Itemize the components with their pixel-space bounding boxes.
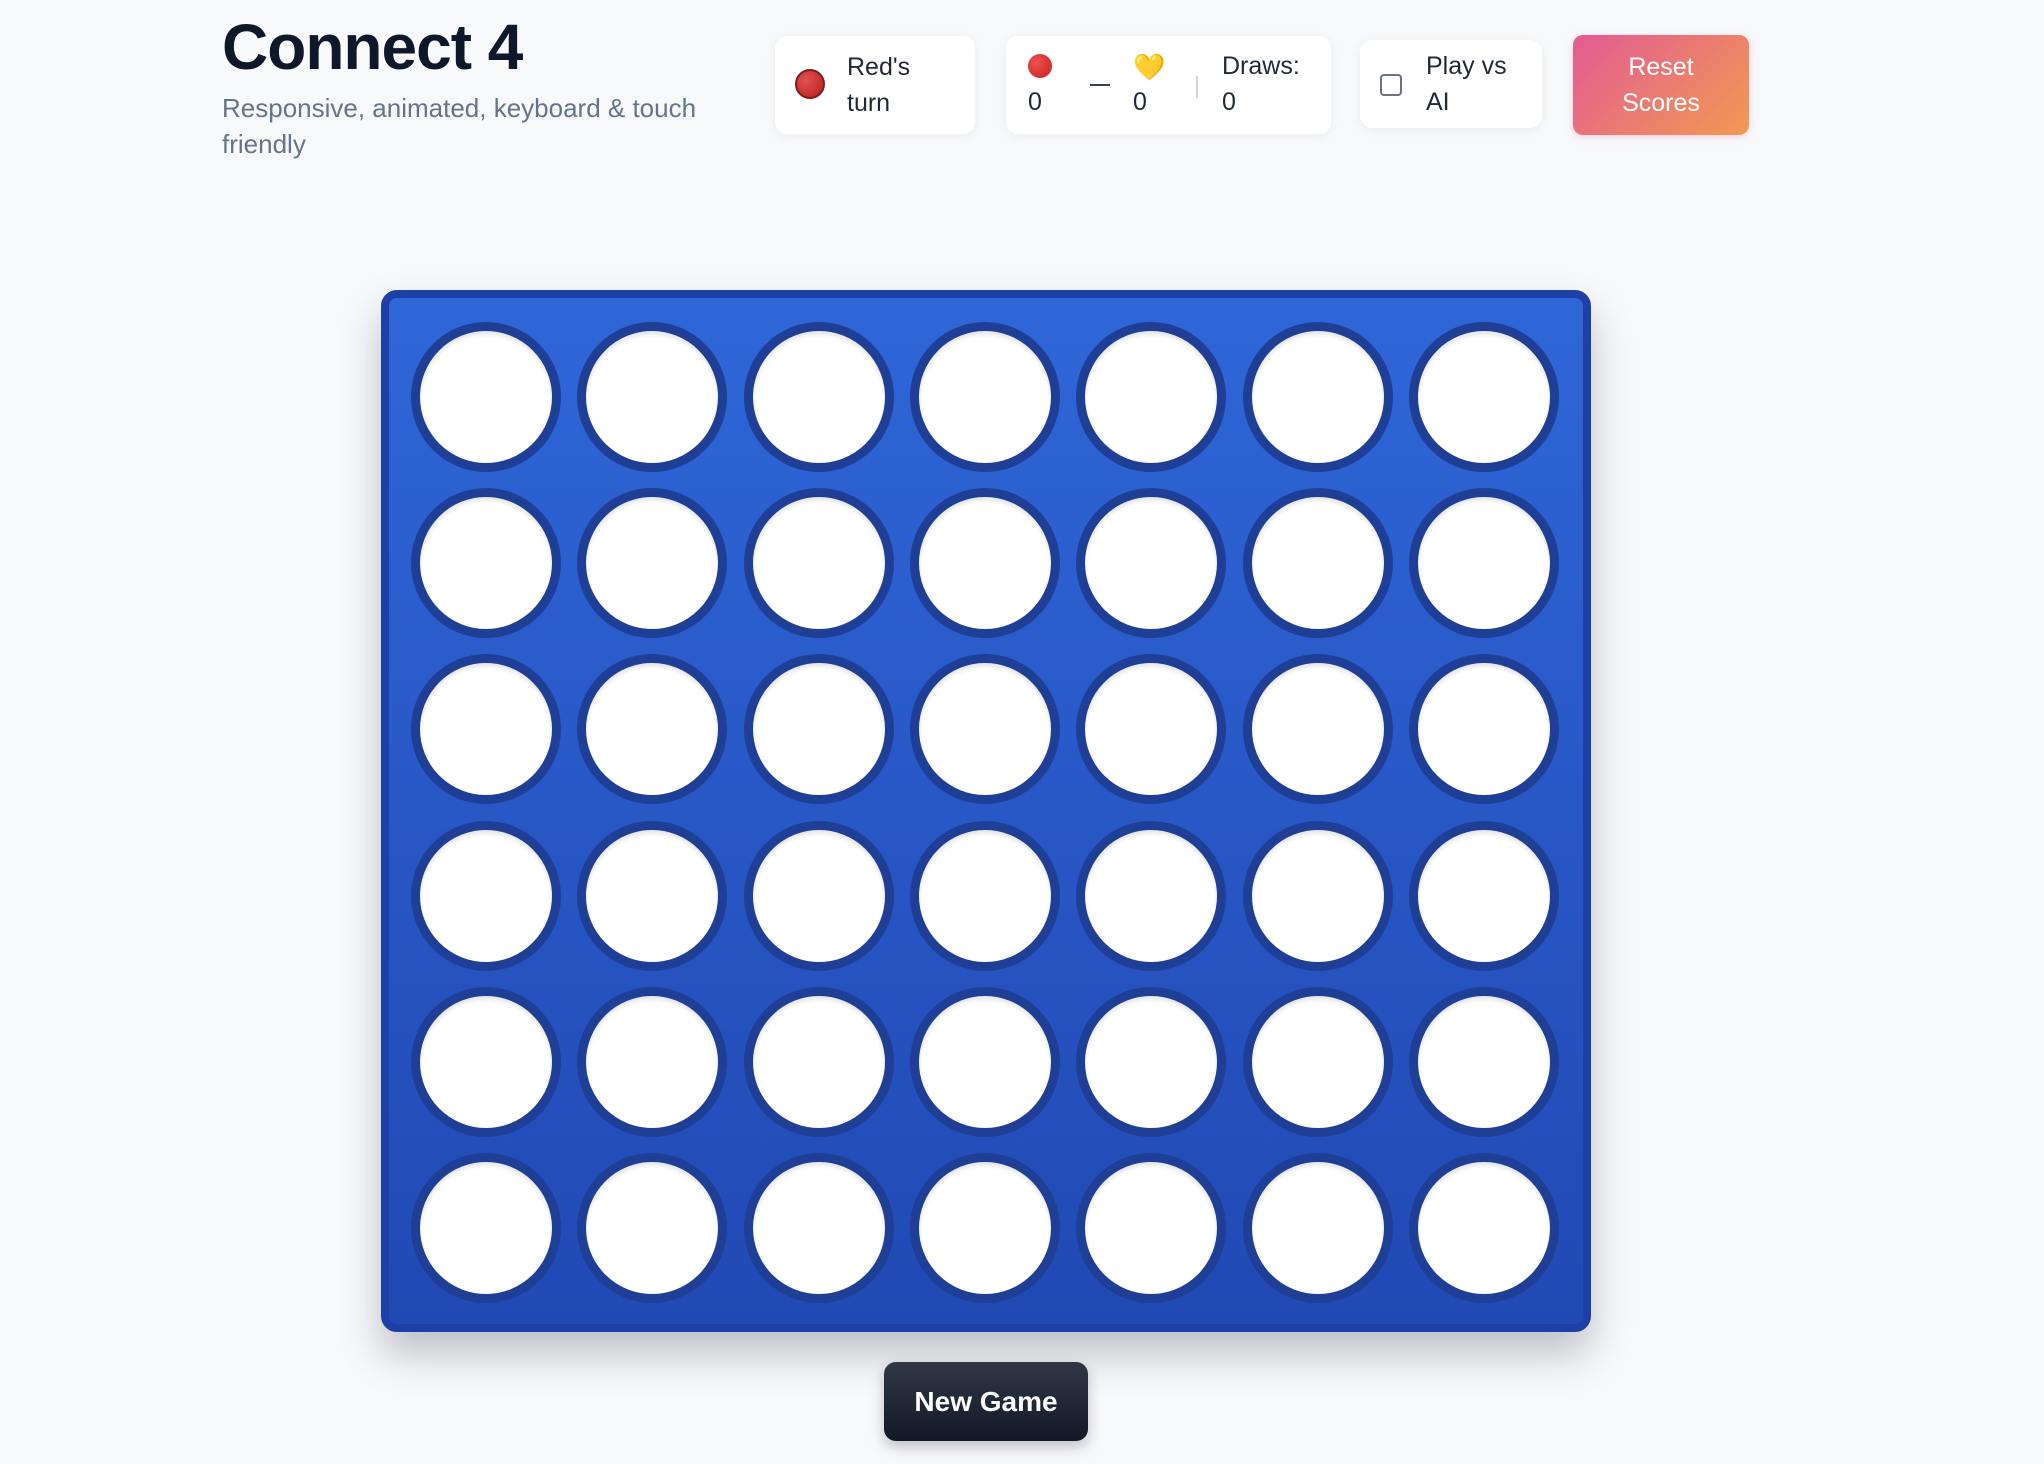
board-cell[interactable] [1408,488,1559,639]
board-cell[interactable] [577,654,728,805]
board-cell[interactable] [411,820,561,971]
divider [1196,76,1198,98]
board-cell[interactable] [411,322,561,472]
board-cell[interactable] [1242,322,1393,472]
board-cell[interactable] [411,654,561,805]
new-game-button[interactable]: New Game [884,1362,1088,1441]
yellow-score: 0 [1133,88,1147,116]
red-score: 0 [1028,88,1042,116]
turn-label: Red's turn [847,53,911,117]
board-cell[interactable] [743,488,894,639]
board-cell[interactable] [1408,654,1559,805]
board-cell[interactable] [1408,1152,1559,1303]
board-cell[interactable] [411,1152,561,1303]
board-cell[interactable] [1076,820,1227,971]
board-cell[interactable] [577,820,728,971]
red-disc-icon [1028,54,1052,78]
board-cell[interactable] [909,1152,1060,1303]
board-cell[interactable] [1076,322,1227,472]
red-score-group: 0 [1028,48,1052,120]
board-cell[interactable] [909,488,1060,639]
board-cell[interactable] [909,322,1060,472]
board-cell[interactable] [411,986,561,1137]
board-cell[interactable] [1076,986,1227,1137]
board-cell[interactable] [1076,1152,1227,1303]
red-disc-icon [795,69,825,99]
yellow-score-group: 💛 0 [1133,48,1165,120]
board-cell[interactable] [909,820,1060,971]
board-cell[interactable] [1242,820,1393,971]
board-cell[interactable] [909,986,1060,1137]
board-cell[interactable] [1408,820,1559,971]
board-cell[interactable] [743,986,894,1137]
draws-group: Draws: 0 [1222,48,1300,120]
title-block: Connect 4 Responsive, animated, keyboard… [222,10,762,162]
header: Connect 4 Responsive, animated, keyboard… [222,0,1752,170]
board-cell[interactable] [743,1152,894,1303]
board-cell[interactable] [743,654,894,805]
board-cell[interactable] [1242,654,1393,805]
play-vs-ai-label: Play vs AI [1426,52,1507,116]
board-cell[interactable] [909,654,1060,805]
board-cell[interactable] [577,986,728,1137]
board-cell[interactable] [1242,488,1393,639]
board-cell[interactable] [577,488,728,639]
board-cell[interactable] [743,322,894,472]
turn-indicator: Red's turn [775,36,975,134]
game-board [381,290,1591,1332]
play-vs-ai-checkbox[interactable] [1380,74,1402,96]
scoreboard: 0 💛 0 Draws: 0 [1006,36,1331,134]
board-cell[interactable] [411,488,561,639]
draws-value: 0 [1222,88,1236,116]
board-cell[interactable] [577,1152,728,1303]
draws-label: Draws: [1222,52,1300,80]
score-separator [1090,84,1110,86]
reset-scores-button[interactable]: Reset Scores [1573,35,1749,135]
board-cell[interactable] [743,820,894,971]
board-grid [411,322,1559,1303]
board-cell[interactable] [1408,986,1559,1137]
board-cell[interactable] [1242,1152,1393,1303]
yellow-heart-icon: 💛 [1133,52,1166,82]
board-cell[interactable] [1076,654,1227,805]
board-cell[interactable] [577,322,728,472]
page-title: Connect 4 [222,11,523,83]
board-cell[interactable] [1242,986,1393,1137]
board-cell[interactable] [1408,322,1559,472]
play-vs-ai-toggle[interactable]: Play vs AI [1360,40,1542,128]
page-subtitle: Responsive, animated, keyboard & touch f… [222,93,697,159]
board-cell[interactable] [1076,488,1227,639]
